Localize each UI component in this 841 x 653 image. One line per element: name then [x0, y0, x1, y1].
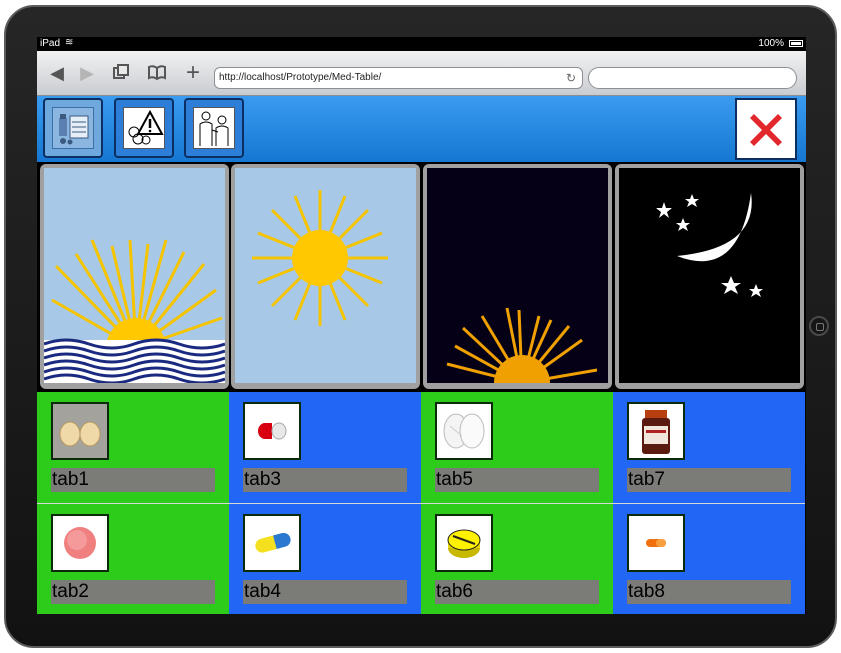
browser-toolbar: ◀ ▶ + http://localhost/Prototype/Med-Tab… — [37, 51, 806, 96]
yellow-blue-capsule-icon — [243, 514, 301, 572]
medication-schedule-button[interactable] — [43, 98, 103, 158]
add-bookmark-icon[interactable]: + — [183, 61, 203, 85]
medication-label: tab3 — [243, 468, 407, 492]
pink-round-tablet-icon — [51, 514, 109, 572]
yellow-disc-tablet-icon — [435, 514, 493, 572]
sunrise-over-sea-icon — [44, 168, 225, 383]
medication-label: tab8 — [627, 580, 791, 604]
medication-schedule-icon — [52, 107, 94, 149]
status-bar: iPad ≋ 100% — [37, 37, 806, 51]
forward-arrow-icon[interactable]: ▶ — [77, 63, 97, 83]
app-header — [37, 96, 806, 162]
medication-label: tab1 — [51, 468, 215, 492]
medication-label: tab4 — [243, 580, 407, 604]
medication-cell-tab2[interactable]: tab2 — [37, 503, 229, 614]
red-white-capsule-icon — [243, 402, 301, 460]
warning-allergy-icon — [123, 107, 165, 149]
close-x-icon — [750, 114, 782, 146]
back-arrow-icon[interactable]: ◀ — [47, 63, 67, 83]
sun-icon — [235, 168, 416, 383]
search-field[interactable] — [588, 67, 797, 89]
url-text: http://localhost/Prototype/Med-Table/ — [219, 72, 382, 83]
device-name: iPad — [40, 38, 61, 49]
white-oval-tablets-icon — [435, 402, 493, 460]
battery-icon — [789, 40, 803, 47]
moon-stars-icon — [619, 168, 800, 383]
close-button[interactable] — [735, 98, 797, 160]
medication-cell-tab1[interactable]: tab1 — [37, 392, 229, 503]
orange-capsule-icon — [627, 514, 685, 572]
medication-cell-tab6[interactable]: tab6 — [421, 503, 613, 614]
medication-cell-tab3[interactable]: tab3 — [229, 392, 421, 503]
medication-cell-tab4[interactable]: tab4 — [229, 503, 421, 614]
beige-tablets-icon — [51, 402, 109, 460]
wifi-icon: ≋ — [65, 37, 74, 48]
medication-cell-tab7[interactable]: tab7 — [613, 392, 805, 503]
reload-icon[interactable]: ↻ — [566, 68, 576, 88]
bookmarks-icon[interactable] — [147, 63, 167, 83]
medication-cell-tab8[interactable]: tab8 — [613, 503, 805, 614]
medication-cell-tab5[interactable]: tab5 — [421, 392, 613, 503]
screen: iPad ≋ 100% ◀ ▶ + http://localhost/Proto… — [37, 37, 806, 614]
sunset-icon — [427, 168, 608, 383]
tabs-icon[interactable] — [111, 63, 131, 83]
time-slot-row — [37, 162, 806, 392]
medication-label: tab2 — [51, 580, 215, 604]
medication-grid: tab1 tab3 tab5 tab7 tab2 tab4 tab6 tab8 — [37, 392, 806, 614]
time-slot-night[interactable] — [615, 164, 804, 389]
home-button[interactable] — [809, 316, 829, 336]
warning-allergy-button[interactable] — [114, 98, 174, 158]
doctor-patient-button[interactable] — [184, 98, 244, 158]
time-slot-morning[interactable] — [40, 164, 229, 389]
url-field[interactable]: http://localhost/Prototype/Med-Table/ ↻ — [214, 67, 583, 89]
medication-label: tab6 — [435, 580, 599, 604]
medication-label: tab7 — [627, 468, 791, 492]
time-slot-evening[interactable] — [423, 164, 612, 389]
time-slot-noon[interactable] — [231, 164, 420, 389]
doctor-patient-icon — [193, 107, 235, 149]
battery-level: 100% — [758, 38, 784, 49]
medication-label: tab5 — [435, 468, 599, 492]
medicine-bottle-icon — [627, 402, 685, 460]
